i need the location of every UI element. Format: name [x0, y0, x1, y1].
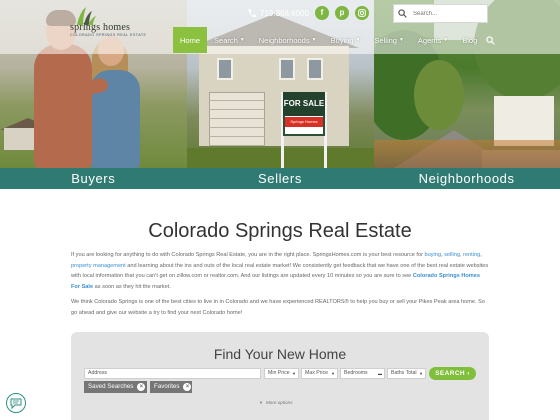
page-title: Colorado Springs Real Estate	[148, 220, 412, 242]
second-paragraph: We think Colorado Springs is one of the …	[71, 299, 485, 316]
chevron-down-icon: ▼	[355, 37, 361, 43]
logo-tagline: COLORADO SPRINGS REAL ESTATE	[70, 33, 147, 37]
chevron-down-icon: ▼	[292, 371, 296, 376]
man-figure	[34, 44, 92, 168]
phone-icon	[248, 8, 256, 17]
more-options-label: More options	[265, 400, 293, 405]
close-icon[interactable]: ×	[137, 383, 146, 391]
nav-label: Search	[214, 35, 238, 45]
home-search-widget: Find Your New Home Address Min Price ▼ Ma…	[71, 332, 489, 420]
intro-text: as soon as they hit the market.	[93, 283, 171, 290]
chevron-down-icon: ▼	[311, 37, 317, 43]
chevron-down-icon: ▼	[259, 400, 263, 405]
search-button-label: SEARCH	[435, 370, 466, 377]
address-placeholder: Address	[88, 370, 108, 376]
header-search-input[interactable]	[413, 10, 483, 17]
nav-label: Neighborhoods	[258, 35, 310, 45]
nav-search-toggle[interactable]	[484, 27, 496, 53]
max-price-select[interactable]: Max Price ▼	[301, 368, 338, 379]
more-options-toggle[interactable]: ▼ More options	[259, 400, 293, 405]
neighborhoods-link[interactable]: Neighborhoods	[373, 168, 560, 189]
hero-banner: FOR SALE Springs Homes springs homes COL…	[0, 0, 560, 189]
chevron-down-icon: ▼	[239, 37, 245, 43]
nav-buying[interactable]: Buying ▼	[324, 27, 368, 53]
pinterest-icon[interactable]: p	[335, 6, 349, 20]
header-search-box[interactable]	[393, 4, 488, 23]
property-management-link[interactable]: property management	[71, 263, 126, 269]
chevron-down-icon: ▼	[443, 37, 449, 43]
tree	[414, 60, 464, 130]
nav-home[interactable]: Home	[173, 27, 208, 53]
nav-label: Home	[180, 35, 201, 45]
chat-icon	[10, 398, 22, 409]
main-nav: Home Search ▼ Neighborhoods ▼ Buying ▼ Sell…	[173, 27, 496, 53]
saved-searches-label: Saved Searches	[88, 383, 134, 390]
separator: ,	[480, 252, 482, 258]
sellers-link[interactable]: Sellers	[187, 168, 374, 189]
for-sale-sign-text: FOR SALE	[283, 92, 325, 116]
bedrooms-select[interactable]: Bedrooms ▬	[340, 368, 385, 379]
chevron-down-icon: ▼	[398, 37, 404, 43]
chat-button[interactable]	[6, 393, 26, 413]
bedrooms-label: Bedrooms	[344, 370, 368, 376]
nav-neighborhoods[interactable]: Neighborhoods ▼	[252, 27, 324, 53]
baths-label: Baths Total	[391, 370, 417, 376]
hero-label-bar: Buyers Sellers Neighborhoods	[0, 168, 560, 189]
selling-link[interactable]: selling	[444, 252, 460, 258]
chevron-right-icon: ›	[467, 370, 470, 377]
garage-door-panels	[209, 92, 265, 146]
instagram-icon[interactable]	[355, 6, 369, 20]
min-price-label: Min Price	[268, 370, 290, 376]
chevron-down-icon: ▼	[419, 371, 423, 376]
chevron-down-icon: ▼	[331, 371, 335, 376]
nav-label: Buying	[330, 35, 354, 45]
house-window	[217, 58, 233, 80]
buyers-link[interactable]: Buyers	[0, 168, 187, 189]
instagram-glyph	[358, 9, 366, 17]
max-price-label: Max Price	[305, 370, 329, 376]
logo-text[interactable]: springs homes	[70, 22, 130, 33]
for-sale-sign-brand: Springs Homes	[285, 117, 323, 127]
nav-label: Blog	[462, 35, 478, 45]
fallen-leaves	[374, 140, 560, 168]
min-price-select[interactable]: Min Price ▼	[264, 368, 299, 379]
favorites-button[interactable]: Favorites ×	[150, 381, 192, 393]
close-icon[interactable]: ×	[183, 383, 192, 391]
header-phone[interactable]: 719.368.6000	[247, 6, 309, 20]
buying-link[interactable]: buying	[425, 252, 441, 258]
nav-label: Selling	[374, 35, 397, 45]
saved-searches-button[interactable]: Saved Searches ×	[84, 381, 147, 393]
nav-search[interactable]: Search ▼	[207, 27, 252, 53]
widget-title: Find Your New Home	[213, 346, 347, 362]
nav-blog[interactable]: Blog	[455, 27, 484, 53]
favorites-label: Favorites	[154, 383, 180, 390]
nav-label: Agents	[417, 35, 442, 45]
facebook-icon[interactable]: f	[315, 6, 329, 20]
address-field[interactable]: Address	[84, 368, 261, 379]
search-icon	[486, 35, 496, 45]
bed-icon: ▬	[378, 371, 382, 376]
intro-text: If you are looking for anything to do wi…	[71, 252, 425, 258]
search-icon	[398, 9, 407, 18]
house-window	[307, 58, 323, 80]
nav-agents[interactable]: Agents ▼	[411, 27, 455, 53]
house-window	[279, 58, 295, 80]
phone-number: 719.368.6000	[260, 8, 309, 18]
intro-paragraph: If you are looking for anything to do wi…	[71, 250, 489, 292]
nav-selling[interactable]: Selling ▼	[367, 27, 410, 53]
renting-link[interactable]: renting	[463, 252, 480, 258]
baths-select[interactable]: Baths Total ▼	[387, 368, 426, 379]
search-button[interactable]: SEARCH ›	[429, 367, 476, 380]
